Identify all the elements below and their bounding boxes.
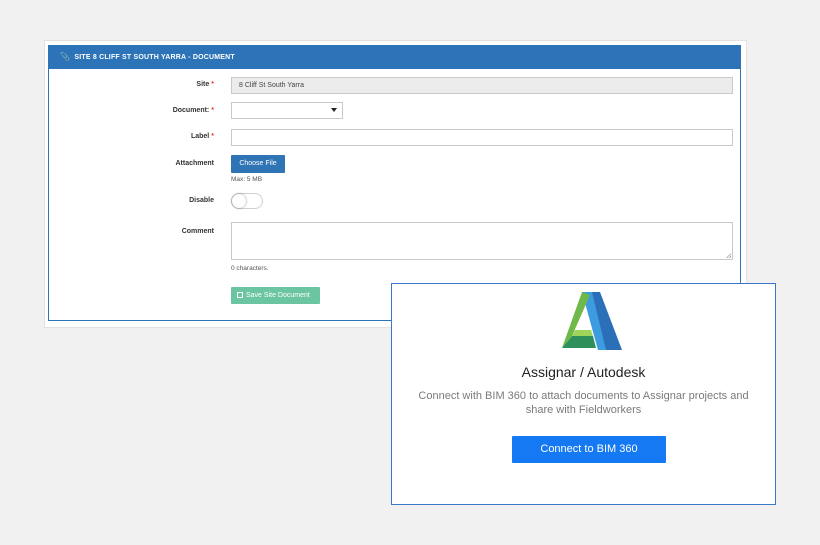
comment-char-count: 0 characters. [231,265,269,272]
label-input[interactable] [231,129,733,146]
required-marker: * [211,81,214,88]
label-label: Label * [190,133,214,140]
panel-header: 📎 SITE 8 CLIFF ST SOUTH YARRA - DOCUMENT [48,45,741,69]
resize-handle-icon[interactable] [726,253,731,258]
paperclip-icon: 📎 [60,52,71,61]
panel-title: SITE 8 CLIFF ST SOUTH YARRA - DOCUMENT [74,54,235,61]
toggle-knob [232,194,246,208]
choose-file-button[interactable]: Choose File [231,155,285,173]
attachment-label: Attachment [175,160,214,167]
autodesk-logo-icon [562,292,622,350]
document-select[interactable] [231,102,343,119]
document-label: Document: * [172,107,214,114]
comment-textarea[interactable] [231,222,733,260]
save-site-document-button[interactable]: Save Site Document [231,287,320,304]
connect-bim360-button[interactable]: Connect to BIM 360 [512,436,666,463]
site-field[interactable]: 8 Cliff St South Yarra [231,77,733,94]
caret-down-icon [331,108,337,112]
required-marker: * [211,133,214,140]
required-marker: * [211,107,214,114]
bim-title: Assignar / Autodesk [521,364,646,380]
save-icon [237,292,243,298]
bim360-connect-card: Assignar / Autodesk Connect with BIM 360… [391,283,776,505]
disable-label: Disable [189,197,214,204]
attachment-hint: Max: 5 MB [231,176,263,183]
bim-description: Connect with BIM 360 to attach documents… [418,390,749,416]
disable-toggle[interactable] [231,193,263,209]
comment-label: Comment [181,228,214,235]
site-label: Site * [196,81,214,88]
